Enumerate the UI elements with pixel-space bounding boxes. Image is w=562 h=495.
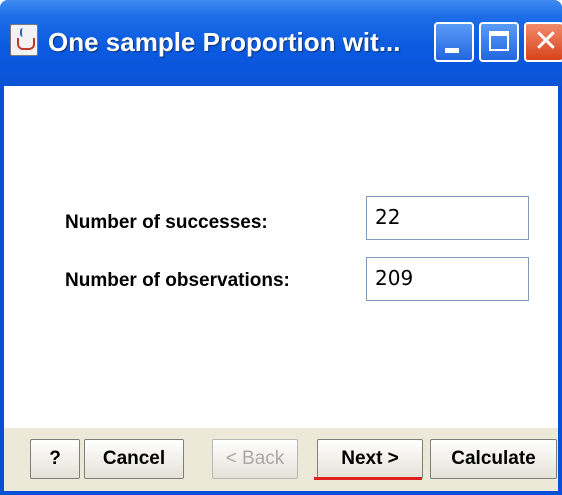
successes-label: Number of successes: (65, 212, 268, 233)
minimize-button[interactable] (434, 22, 474, 62)
dialog-window: One sample Proportion wit... ✕ Number of… (0, 0, 562, 495)
observations-label: Number of observations: (65, 270, 290, 291)
cup-shape (17, 38, 35, 50)
dialog-content: Number of successes: 22 Number of observ… (4, 86, 558, 429)
steam-shape (20, 28, 28, 37)
annotation-underline (314, 477, 422, 480)
help-button[interactable]: ? (30, 439, 80, 479)
minimize-icon (445, 48, 459, 53)
successes-input[interactable]: 22 (366, 196, 529, 240)
window-title: One sample Proportion wit... (48, 27, 401, 57)
maximize-button[interactable] (479, 22, 519, 62)
title-bar[interactable]: One sample Proportion wit... ✕ (0, 0, 562, 86)
button-bar: ? Cancel < Back Next > Calculate (4, 428, 558, 491)
observations-input[interactable]: 209 (366, 257, 529, 301)
calculate-button[interactable]: Calculate (430, 439, 557, 479)
cancel-button[interactable]: Cancel (84, 439, 184, 479)
maximize-icon (489, 31, 509, 51)
close-button[interactable]: ✕ (524, 22, 562, 62)
next-button[interactable]: Next > (317, 439, 423, 479)
java-app-icon[interactable] (10, 24, 38, 56)
back-button[interactable]: < Back (212, 439, 298, 479)
close-icon: ✕ (533, 25, 559, 58)
